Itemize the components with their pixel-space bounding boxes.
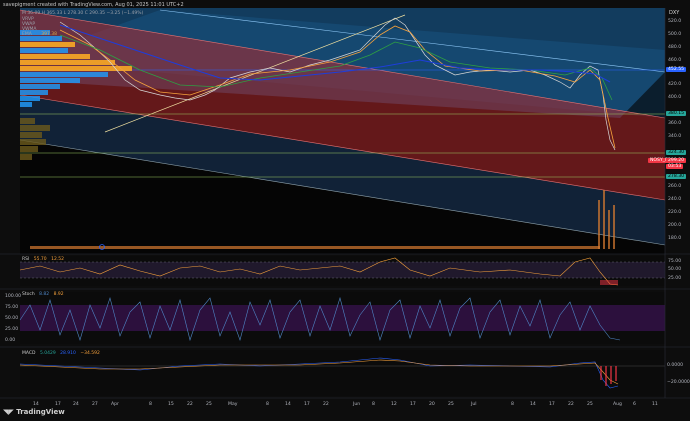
time-label: 20 — [429, 402, 435, 407]
rsi-value: 55.70 — [33, 257, 47, 262]
ticker-line: M 36.09 H 365.33 L 278.30 C 290.35 −3.25… — [22, 11, 143, 16]
price-label: 180.0 — [668, 236, 682, 241]
time-label: 8 — [511, 402, 514, 407]
time-label: May — [228, 402, 238, 407]
price-tag-countdown: 03:53 — [666, 164, 684, 169]
time-label: Aug — [613, 402, 622, 407]
stoch-axis-label: 25.00 — [5, 327, 19, 332]
stoch-axis-label: 50.00 — [5, 316, 19, 321]
rsi-axis-label: 50.00 — [668, 267, 682, 272]
price-tag-blue: 452.55 — [666, 67, 687, 72]
stoch-axis-label: 100.00 — [5, 294, 22, 299]
price-tag-green: 380.15 — [666, 111, 687, 116]
time-label: 11 — [652, 402, 658, 407]
time-label: 17 — [304, 402, 310, 407]
time-label: 8 — [149, 402, 152, 407]
time-label: 14 — [530, 402, 536, 407]
price-label: 240.0 — [668, 197, 682, 202]
time-label: 8 — [266, 402, 269, 407]
price-label: 340.0 — [668, 134, 682, 139]
chart-canvas[interactable] — [0, 0, 690, 421]
time-label: 17 — [549, 402, 555, 407]
rsi-ma-value: 12.52 — [51, 257, 64, 262]
macd-axis-label: 0.0000 — [667, 363, 684, 368]
price-label: 480.0 — [668, 45, 682, 50]
legend-row3-label: EMA — [22, 32, 32, 37]
macd-line-value: 28.910 — [60, 351, 76, 356]
legend-row3[interactable]: EMA 397.38 — [22, 32, 57, 37]
time-label: 6 — [633, 402, 636, 407]
stoch-d-value: 8.92 — [53, 292, 64, 297]
price-label: 220.0 — [668, 210, 682, 215]
time-label: 12 — [391, 402, 397, 407]
stoch-axis-label: 0.00 — [5, 338, 16, 343]
time-label: 25 — [587, 402, 593, 407]
stoch-k-value: 8.82 — [39, 292, 50, 297]
stoch-legend[interactable]: Stoch 8.82 8.92 — [22, 292, 64, 297]
price-label: 520.0 — [668, 19, 682, 24]
stoch-label: Stoch — [22, 292, 35, 297]
time-label: 8 — [372, 402, 375, 407]
time-label: Jun — [353, 402, 361, 407]
chart-window: savepigment created with TradingView.com… — [0, 0, 690, 421]
time-label: 15 — [168, 402, 174, 407]
time-label: 22 — [323, 402, 329, 407]
time-label: 14 — [33, 402, 39, 407]
price-tag-green: 324.30 — [666, 150, 687, 155]
price-tag-last: 299.20 — [666, 158, 687, 163]
time-label: 22 — [187, 402, 193, 407]
time-label: Apr — [111, 402, 119, 407]
rsi-legend[interactable]: RSI 55.70 12.52 — [22, 257, 64, 262]
tv-logo-icon: ◥◤ — [3, 408, 14, 416]
rsi-axis-label: 25.00 — [668, 276, 682, 281]
time-label: 17 — [410, 402, 416, 407]
legend-row3-value: 397.38 — [41, 32, 57, 37]
time-label: 17 — [55, 402, 61, 407]
price-label: 400.0 — [668, 95, 682, 100]
rsi-axis-label: 75.00 — [668, 259, 682, 264]
time-label: 14 — [285, 402, 291, 407]
macd-axis-label: −20.0000 — [667, 380, 690, 385]
macd-signal-value: −34.592 — [80, 351, 100, 356]
price-label: 460.0 — [668, 58, 682, 63]
time-label: Jul — [471, 402, 477, 407]
time-label: 25 — [448, 402, 454, 407]
stoch-axis-label: 75.00 — [5, 305, 19, 310]
tradingview-logo[interactable]: ◥◤ TradingView — [3, 408, 65, 416]
time-label: 24 — [73, 402, 79, 407]
price-label: 200.0 — [668, 223, 682, 228]
time-label: 22 — [568, 402, 574, 407]
price-label: 500.0 — [668, 32, 682, 37]
tv-brand-text: TradingView — [16, 408, 65, 416]
macd-legend[interactable]: MACD 5.0429 28.910 −34.592 — [22, 351, 100, 356]
time-label: 25 — [206, 402, 212, 407]
price-label: 420.0 — [668, 82, 682, 87]
ticker-values: M 36.09 H 365.33 L 278.30 C 290.35 −3.25… — [22, 11, 144, 16]
macd-label: MACD — [22, 351, 36, 356]
time-label: 27 — [92, 402, 98, 407]
rsi-label: RSI — [22, 257, 30, 262]
price-tag-green: 278.30 — [666, 174, 687, 179]
price-label: 260.0 — [668, 184, 682, 189]
macd-hist-value: 5.0429 — [39, 351, 56, 356]
price-label: 360.0 — [668, 121, 682, 126]
